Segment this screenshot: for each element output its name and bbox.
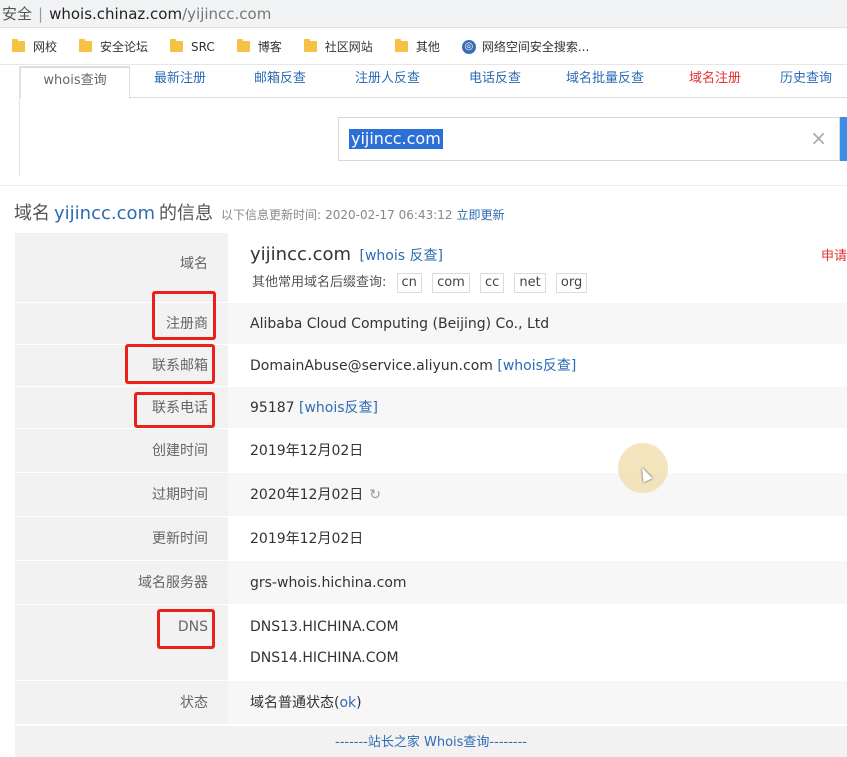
globe-icon: ◎ bbox=[461, 39, 476, 54]
bookmark-label: 博客 bbox=[257, 40, 282, 54]
expires-value: 2020年12月02日 bbox=[250, 487, 364, 503]
tab-domain-register[interactable]: 域名注册 bbox=[665, 66, 765, 98]
refresh-icon[interactable]: ↻ bbox=[369, 473, 381, 517]
address-separator: | bbox=[38, 5, 44, 23]
search-input[interactable]: yijincc.com × bbox=[338, 117, 840, 161]
apply-link[interactable]: 申请 bbox=[821, 245, 847, 264]
row-value: 2020年12月02日 ↻ bbox=[228, 473, 847, 516]
phone-value: 95187 bbox=[250, 400, 295, 416]
row-value: 域名普通状态(ok) bbox=[228, 681, 847, 724]
update-info: 以下信息更新时间: 2020-02-17 06:43:12 bbox=[221, 206, 453, 223]
clear-icon[interactable]: × bbox=[810, 127, 827, 149]
suffix-chip[interactable]: com bbox=[432, 273, 470, 293]
row-value: 2019年12月02日 bbox=[228, 429, 847, 472]
url-path: /yijincc.com bbox=[182, 5, 272, 23]
bookmark-item[interactable]: 社区网站 bbox=[303, 38, 373, 55]
table-row: 创建时间 2019年12月02日 bbox=[15, 429, 847, 473]
tab-bar: whois查询 最新注册 邮箱反查 注册人反查 电话反查 域名批量反查 域名注册… bbox=[20, 66, 847, 99]
footer-link[interactable]: -------站长之家 Whois查询-------- bbox=[15, 726, 847, 757]
table-row: 域名服务器 grs-whois.hichina.com bbox=[15, 561, 847, 605]
suffix-chip[interactable]: net bbox=[514, 273, 546, 293]
status-value: 域名普通状态 bbox=[250, 695, 334, 711]
search-button[interactable] bbox=[840, 117, 847, 161]
row-value: 95187 [whois反查] bbox=[228, 387, 847, 428]
row-key: 状态 bbox=[15, 681, 228, 724]
tab-history[interactable]: 历史查询 bbox=[765, 66, 847, 98]
bookmark-item[interactable]: 博客 bbox=[236, 38, 282, 55]
bookmark-item[interactable]: 网校 bbox=[12, 38, 57, 55]
bookmark-label: SRC bbox=[191, 39, 215, 54]
folder-icon bbox=[170, 39, 184, 52]
suffix-chip[interactable]: cn bbox=[396, 273, 422, 293]
whois-reverse-link[interactable]: [whois 反查] bbox=[359, 248, 442, 264]
row-value: Alibaba Cloud Computing (Beijing) Co., L… bbox=[228, 303, 847, 344]
email-value: DomainAbuse@service.aliyun.com bbox=[250, 358, 493, 374]
update-time: 2020-02-17 06:43:12 bbox=[325, 208, 453, 222]
bookmark-label: 安全论坛 bbox=[100, 40, 149, 54]
suffix-chip[interactable]: org bbox=[555, 273, 588, 293]
tab-latest-registered[interactable]: 最新注册 bbox=[130, 66, 230, 98]
search-value: yijincc.com bbox=[349, 129, 443, 149]
folder-icon bbox=[303, 39, 317, 52]
refresh-now-link[interactable]: 立即更新 bbox=[457, 206, 505, 223]
table-row: 状态 域名普通状态(ok) bbox=[15, 681, 847, 725]
table-row: 更新时间 2019年12月02日 bbox=[15, 517, 847, 561]
bookmark-label: 社区网站 bbox=[324, 40, 373, 54]
bookmark-item[interactable]: ◎ 网络空间安全搜索... bbox=[461, 38, 590, 55]
highlight-box bbox=[152, 291, 216, 340]
highlight-box bbox=[157, 609, 215, 649]
table-row: 过期时间 2020年12月02日 ↻ bbox=[15, 473, 847, 517]
title-domain: yijincc.com bbox=[54, 203, 156, 224]
update-label: 以下信息更新时间: bbox=[221, 208, 322, 222]
url-host: whois.chinaz.com bbox=[49, 5, 183, 23]
divider bbox=[0, 185, 847, 186]
dns-server: DNS13.HICHINA.COM bbox=[250, 619, 399, 635]
table-row: 域名 yijincc.com [whois 反查] 其他常用域名后缀查询: cn… bbox=[15, 233, 847, 303]
bookmark-item[interactable]: 其他 bbox=[394, 38, 440, 55]
folder-icon bbox=[79, 39, 93, 52]
tab-batch-reverse[interactable]: 域名批量反查 bbox=[545, 66, 665, 98]
status-ok-link[interactable]: ok bbox=[339, 695, 356, 711]
highlight-box bbox=[134, 392, 215, 428]
title-prefix: 域名 bbox=[14, 203, 50, 224]
table-row: 注册商 Alibaba Cloud Computing (Beijing) Co… bbox=[15, 303, 847, 345]
row-key: 更新时间 bbox=[15, 517, 228, 560]
tab-whois[interactable]: whois查询 bbox=[20, 66, 130, 99]
domain-value: yijincc.com bbox=[250, 244, 352, 265]
row-key: 创建时间 bbox=[15, 429, 228, 472]
row-value: grs-whois.hichina.com bbox=[228, 561, 847, 604]
row-key: 域名服务器 bbox=[15, 561, 228, 604]
secure-label: 安全 bbox=[2, 5, 33, 23]
bookmarks-bar: 网校 安全论坛 SRC 博客 社区网站 其他 ◎ 网络空间安全搜索... bbox=[0, 29, 847, 65]
row-key: 过期时间 bbox=[15, 473, 228, 516]
page-title: 域名 yijincc.com 的信息 以下信息更新时间: 2020-02-17 0… bbox=[14, 199, 505, 225]
row-value: DomainAbuse@service.aliyun.com [whois反查] bbox=[228, 345, 847, 386]
suffix-label: 其他常用域名后缀查询: bbox=[252, 275, 387, 290]
tab-phone-reverse[interactable]: 电话反查 bbox=[445, 66, 545, 98]
bookmark-label: 网校 bbox=[33, 40, 58, 54]
highlight-box bbox=[125, 344, 215, 384]
bookmark-item[interactable]: 安全论坛 bbox=[79, 38, 148, 55]
tab-registrant-reverse[interactable]: 注册人反查 bbox=[330, 66, 445, 98]
phone-reverse-link[interactable]: [whois反查] bbox=[299, 400, 378, 416]
title-suffix: 的信息 bbox=[159, 203, 214, 224]
address-bar[interactable]: 安全 | whois.chinaz.com/yijincc.com bbox=[0, 0, 847, 28]
bookmark-label: 网络空间安全搜索... bbox=[481, 40, 590, 54]
row-value: DNS13.HICHINA.COM DNS14.HICHINA.COM bbox=[228, 605, 847, 680]
row-value: yijincc.com [whois 反查] 其他常用域名后缀查询: cn co… bbox=[228, 233, 847, 302]
suffix-chip[interactable]: cc bbox=[479, 273, 505, 293]
bookmark-item[interactable]: SRC bbox=[170, 39, 215, 54]
tab-email-reverse[interactable]: 邮箱反查 bbox=[230, 66, 330, 98]
dns-server: DNS14.HICHINA.COM bbox=[250, 650, 399, 666]
row-value: 2019年12月02日 bbox=[228, 517, 847, 560]
email-reverse-link[interactable]: [whois反查] bbox=[497, 358, 576, 374]
table-row: DNS DNS13.HICHINA.COM DNS14.HICHINA.COM bbox=[15, 605, 847, 681]
folder-icon bbox=[12, 39, 25, 52]
bookmark-label: 其他 bbox=[415, 40, 440, 54]
folder-icon bbox=[236, 39, 250, 52]
whois-table: 域名 yijincc.com [whois 反查] 其他常用域名后缀查询: cn… bbox=[15, 233, 847, 725]
folder-icon bbox=[394, 39, 408, 52]
